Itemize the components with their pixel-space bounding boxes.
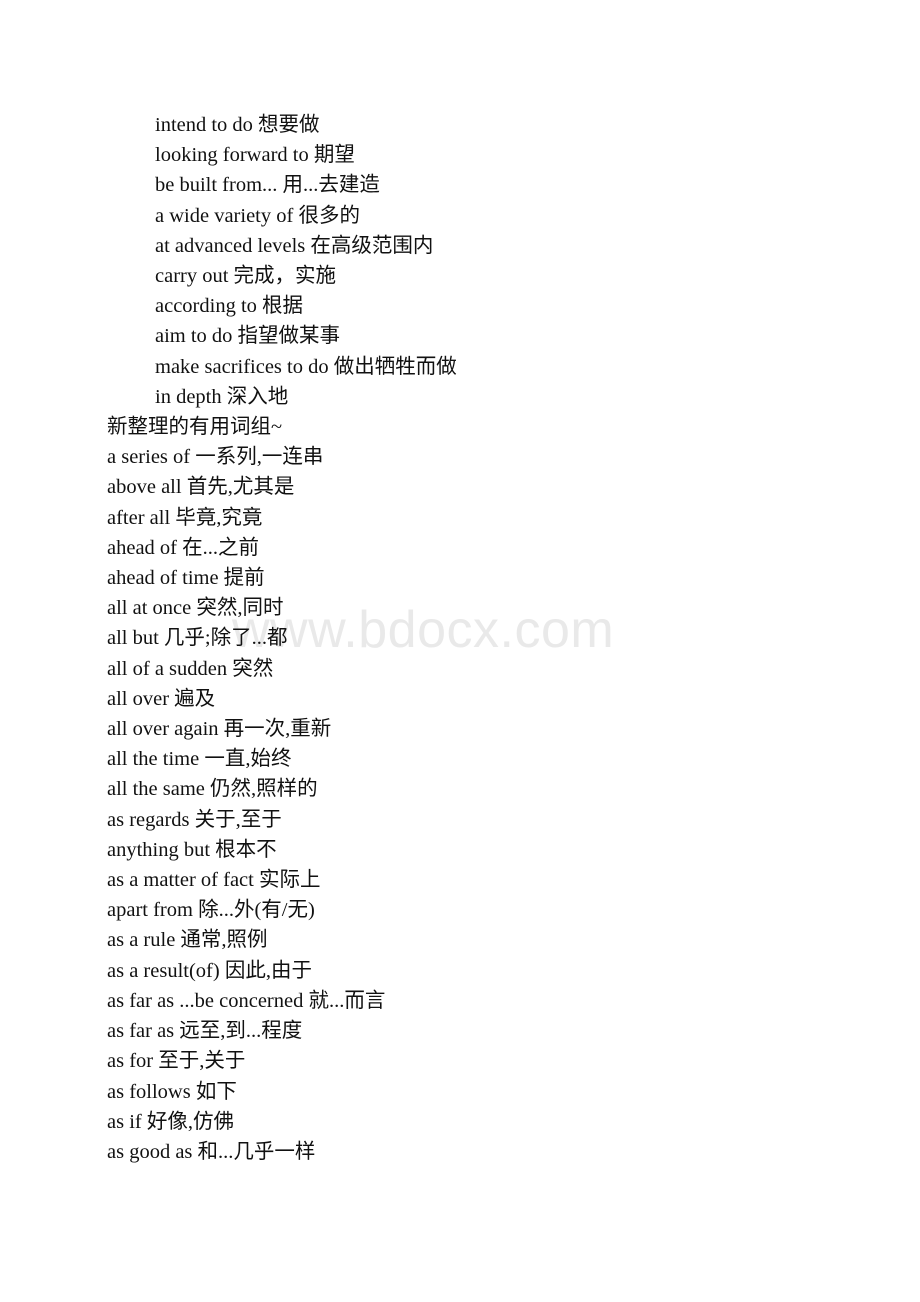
phrase-line: as far as 远至,到...程度: [107, 1020, 303, 1043]
phrase-line: at advanced levels 在高级范围内: [155, 234, 434, 257]
phrase-line: after all 毕竟,究竟: [107, 506, 263, 529]
phrase-line: anything but 根本不: [107, 838, 277, 861]
phrase-line: aim to do 指望做某事: [155, 325, 341, 348]
section-heading: 新整理的有用词组~: [107, 416, 283, 439]
phrase-line: be built from... 用...去建造: [155, 174, 380, 197]
phrase-line: as a result(of) 因此,由于: [107, 959, 312, 982]
phrase-line: all at once 突然,同时: [107, 597, 284, 620]
phrase-line: all the same 仍然,照样的: [107, 778, 318, 801]
phrase-line: in depth 深入地: [155, 385, 289, 408]
phrase-line: a series of 一系列,一连串: [107, 446, 324, 469]
phrase-line: as for 至于,关于: [107, 1050, 246, 1073]
phrase-line: as follows 如下: [107, 1080, 237, 1103]
phrase-line: as regards 关于,至于: [107, 808, 282, 831]
phrase-line: according to 根据: [155, 295, 304, 318]
document-content: intend to do 想要做 looking forward to 期望 b…: [0, 0, 920, 1167]
phrase-line: as far as ...be concerned 就...而言: [107, 989, 386, 1012]
indented-phrase-block: intend to do 想要做 looking forward to 期望 b…: [0, 0, 920, 412]
phrase-line: make sacrifices to do 做出牺牲而做: [155, 355, 457, 378]
phrase-line: as if 好像,仿佛: [107, 1110, 234, 1133]
phrase-line: ahead of 在...之前: [107, 536, 259, 559]
phrase-line: all but 几乎;除了...都: [107, 627, 288, 650]
phrase-line: as a matter of fact 实际上: [107, 869, 321, 892]
phrase-line: carry out 完成，实施: [155, 265, 337, 288]
phrase-line: a wide variety of 很多的: [155, 204, 360, 227]
phrase-line: looking forward to 期望: [155, 144, 355, 167]
main-phrase-block: 新整理的有用词组~ a series of 一系列,一连串 above all …: [0, 412, 920, 1167]
phrase-line: all of a sudden 突然: [107, 657, 274, 680]
phrase-line: ahead of time 提前: [107, 567, 265, 590]
phrase-line: above all 首先,尤其是: [107, 476, 295, 499]
phrase-line: all over again 再一次,重新: [107, 718, 332, 741]
phrase-line: intend to do 想要做: [155, 114, 320, 136]
phrase-line: apart from 除...外(有/无): [107, 899, 315, 922]
phrase-line: as a rule 通常,照例: [107, 929, 268, 952]
phrase-line: as good as 和...几乎一样: [107, 1140, 316, 1163]
phrase-line: all the time 一直,始终: [107, 748, 292, 771]
document-page: www.bdocx.com intend to do 想要做 looking f…: [0, 0, 920, 1302]
phrase-line: all over 遍及: [107, 687, 216, 710]
